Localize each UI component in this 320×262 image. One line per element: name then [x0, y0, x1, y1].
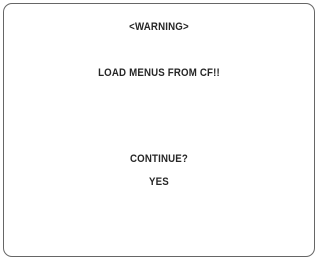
warning-message: LOAD MENUS FROM CF!! [98, 67, 220, 79]
continue-prompt: CONTINUE? [129, 153, 189, 165]
osd-warning-screen: <WARNING> LOAD MENUS FROM CF!! CONTINUE?… [3, 3, 315, 257]
warning-heading: <WARNING> [129, 21, 189, 33]
yes-option[interactable]: YES [23, 176, 296, 188]
